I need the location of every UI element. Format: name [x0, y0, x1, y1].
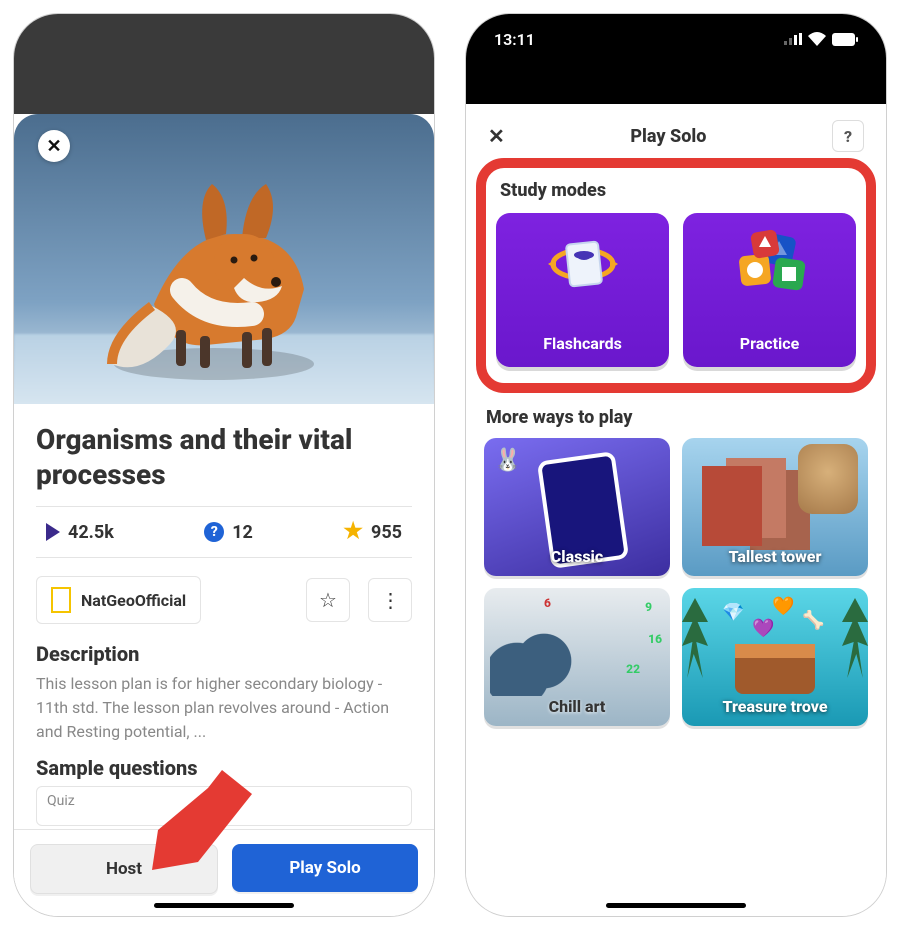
wifi-icon: [808, 32, 826, 46]
home-indicator: [154, 903, 294, 908]
mode-practice[interactable]: Practice: [683, 213, 856, 367]
battery-icon: [832, 33, 858, 46]
study-modes-highlight: Study modes Flashcards: [476, 158, 876, 393]
questions-value: 12: [232, 522, 253, 543]
creator-row: NatGeoOfficial ☆ ⋮: [36, 576, 412, 624]
natgeo-logo-icon: [51, 587, 71, 613]
gem-icon: 🧡: [772, 596, 794, 617]
status-time: 13:11: [494, 30, 535, 49]
cellular-icon: [784, 33, 802, 45]
quiz-type-label: Quiz: [47, 793, 75, 809]
star-icon: ★: [343, 521, 363, 543]
hex-icon: 22: [626, 662, 640, 676]
help-button[interactable]: ?: [832, 120, 864, 152]
game-chill-art[interactable]: 9 16 22 6 Chill art: [484, 588, 670, 726]
game-grid: 🐰 Classic Tallest tower 9 16 22 6 Chill …: [482, 438, 870, 726]
hex-icon: 16: [648, 632, 662, 646]
play-solo-sheet: ✕ Play Solo ? Study modes: [466, 104, 886, 916]
help-icon: ?: [844, 127, 852, 146]
status-icons: [784, 32, 858, 46]
favorite-button[interactable]: ☆: [306, 578, 350, 622]
host-label: Host: [106, 859, 142, 879]
creator-name: NatGeoOfficial: [81, 591, 186, 610]
game-label: Tallest tower: [729, 547, 822, 566]
stat-questions: ? 12: [204, 522, 253, 543]
kebab-icon: ⋮: [381, 588, 400, 612]
description-heading: Description: [36, 642, 412, 666]
practice-icon: [730, 229, 810, 299]
close-button[interactable]: ✕: [38, 130, 70, 162]
game-label: Treasure trove: [722, 697, 827, 716]
home-indicator: [606, 903, 746, 908]
study-modes-heading: Study modes: [500, 180, 852, 201]
buildings-icon: [702, 466, 762, 546]
stat-plays: 42.5k: [46, 522, 114, 543]
more-ways-heading: More ways to play: [486, 407, 866, 428]
play-solo-button[interactable]: Play Solo: [232, 844, 418, 892]
bunny-icon: 🐰: [494, 448, 521, 473]
description-text: This lesson plan is for higher secondary…: [36, 672, 412, 744]
stats-row: 42.5k ? 12 ★ 955: [36, 506, 412, 558]
game-label: Chill art: [549, 697, 606, 716]
mode-label: Flashcards: [543, 334, 622, 353]
close-button[interactable]: ✕: [488, 124, 505, 148]
question-icon: ?: [204, 522, 224, 542]
gem-icon: 💎: [722, 602, 744, 623]
status-region: 13:11: [466, 14, 886, 104]
mode-label: Practice: [740, 334, 799, 353]
play-icon: [46, 523, 60, 541]
gem-icon: 💜: [752, 618, 774, 639]
hex-icon: 6: [544, 596, 660, 610]
stat-favorites: ★ 955: [343, 521, 402, 543]
mode-flashcards[interactable]: Flashcards: [496, 213, 669, 367]
hero-image: [14, 114, 434, 404]
close-icon: ✕: [46, 136, 61, 157]
creator-link[interactable]: NatGeoOfficial: [36, 576, 201, 624]
top-dark-region: [14, 14, 434, 114]
game-tallest-tower[interactable]: Tallest tower: [682, 438, 868, 576]
wave-icon: [490, 626, 580, 696]
sheet-title: Play Solo: [630, 126, 706, 147]
fox-illustration: [94, 154, 334, 394]
palm-icon: [682, 598, 708, 678]
favorites-value: 955: [371, 522, 402, 543]
chest-icon: [735, 644, 815, 694]
star-outline-icon: ☆: [319, 588, 337, 612]
palm-icon: [842, 598, 868, 678]
flashcards-icon: [548, 229, 618, 299]
game-classic[interactable]: 🐰 Classic: [484, 438, 670, 576]
game-treasure-trove[interactable]: 💎 🧡 🦴 💜 Treasure trove: [682, 588, 868, 726]
play-solo-label: Play Solo: [289, 858, 360, 878]
phone-lesson-detail: Organisms and their vital processes 42.5…: [14, 14, 434, 916]
game-label: Classic: [551, 547, 603, 566]
phone-play-solo: 13:11 ✕ Play Solo ? Study modes: [466, 14, 886, 916]
more-menu-button[interactable]: ⋮: [368, 578, 412, 622]
lesson-title: Organisms and their vital processes: [36, 422, 412, 492]
plays-value: 42.5k: [68, 522, 114, 543]
gem-icon: 🦴: [802, 610, 824, 631]
annotation-arrow-icon: [152, 770, 252, 870]
monster-icon: [798, 444, 858, 514]
